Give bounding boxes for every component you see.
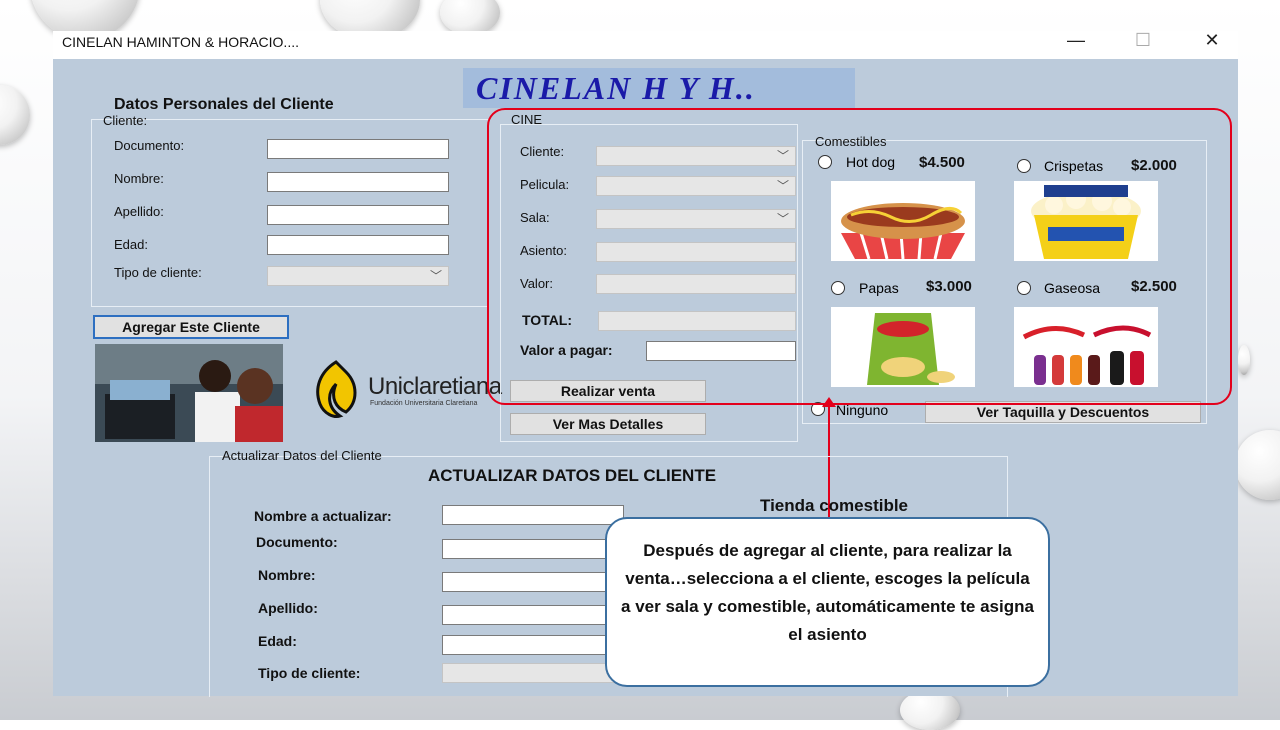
app-logo: CINELAN H Y H.. (476, 70, 756, 106)
client-section-title: Datos Personales del Cliente (114, 96, 334, 113)
name-to-update-label: Nombre a actualizar: (254, 508, 392, 524)
name-to-update-input[interactable] (442, 505, 624, 525)
callout-arrow-head (822, 397, 836, 407)
update-document-input[interactable] (442, 539, 624, 559)
update-client-group-label: Actualizar Datos del Cliente (222, 448, 382, 463)
decor-bubble (440, 0, 500, 35)
update-document-label: Documento: (256, 534, 338, 550)
surname-input[interactable] (267, 205, 449, 225)
chevron-down-icon: ﹀ (429, 269, 442, 283)
client-type-select[interactable]: ﹀ (267, 266, 449, 286)
client-type-label: Tipo de cliente: (114, 265, 202, 280)
students-photo (95, 344, 283, 442)
name-input[interactable] (267, 172, 449, 192)
update-client-title: ACTUALIZAR DATOS DEL CLIENTE (428, 466, 717, 485)
age-input[interactable] (267, 235, 449, 255)
decor-bubble (0, 85, 30, 145)
update-client-type-label: Tipo de cliente: (258, 665, 361, 681)
update-age-label: Edad: (258, 633, 297, 649)
decor-bubble (1235, 430, 1280, 500)
update-client-type-select[interactable] (442, 663, 624, 683)
university-subtitle: Fundación Universitaria Claretiana (370, 400, 478, 407)
age-label: Edad: (114, 237, 148, 252)
surname-label: Apellido: (114, 204, 164, 219)
name-label: Nombre: (114, 171, 164, 186)
update-name-input[interactable] (442, 572, 624, 592)
decor-bubble (1238, 345, 1250, 375)
update-surname-label: Apellido: (258, 600, 318, 616)
instruction-callout: Después de agregar al cliente, para real… (605, 517, 1050, 687)
more-details-button[interactable]: Ver Mas Detalles (510, 413, 706, 435)
minimize-button[interactable]: — (1061, 30, 1091, 51)
update-surname-input[interactable] (442, 605, 624, 625)
document-input[interactable] (267, 139, 449, 159)
university-logo-icon (316, 360, 357, 418)
client-group-label: Cliente: (103, 113, 148, 128)
highlight-outline (487, 108, 1232, 405)
document-label: Documento: (114, 138, 185, 153)
update-name-label: Nombre: (258, 567, 316, 583)
food-store-title: Tienda comestible (760, 496, 909, 515)
update-age-input[interactable] (442, 635, 624, 655)
maximize-button[interactable]: ☐ (1128, 30, 1158, 51)
close-button[interactable]: ✕ (1197, 30, 1227, 51)
window-title: CINELAN HAMINTON & HORACIO.... (62, 34, 299, 50)
university-name: Uniclaretiana (368, 373, 502, 400)
add-client-button[interactable]: Agregar Este Cliente (93, 315, 289, 339)
